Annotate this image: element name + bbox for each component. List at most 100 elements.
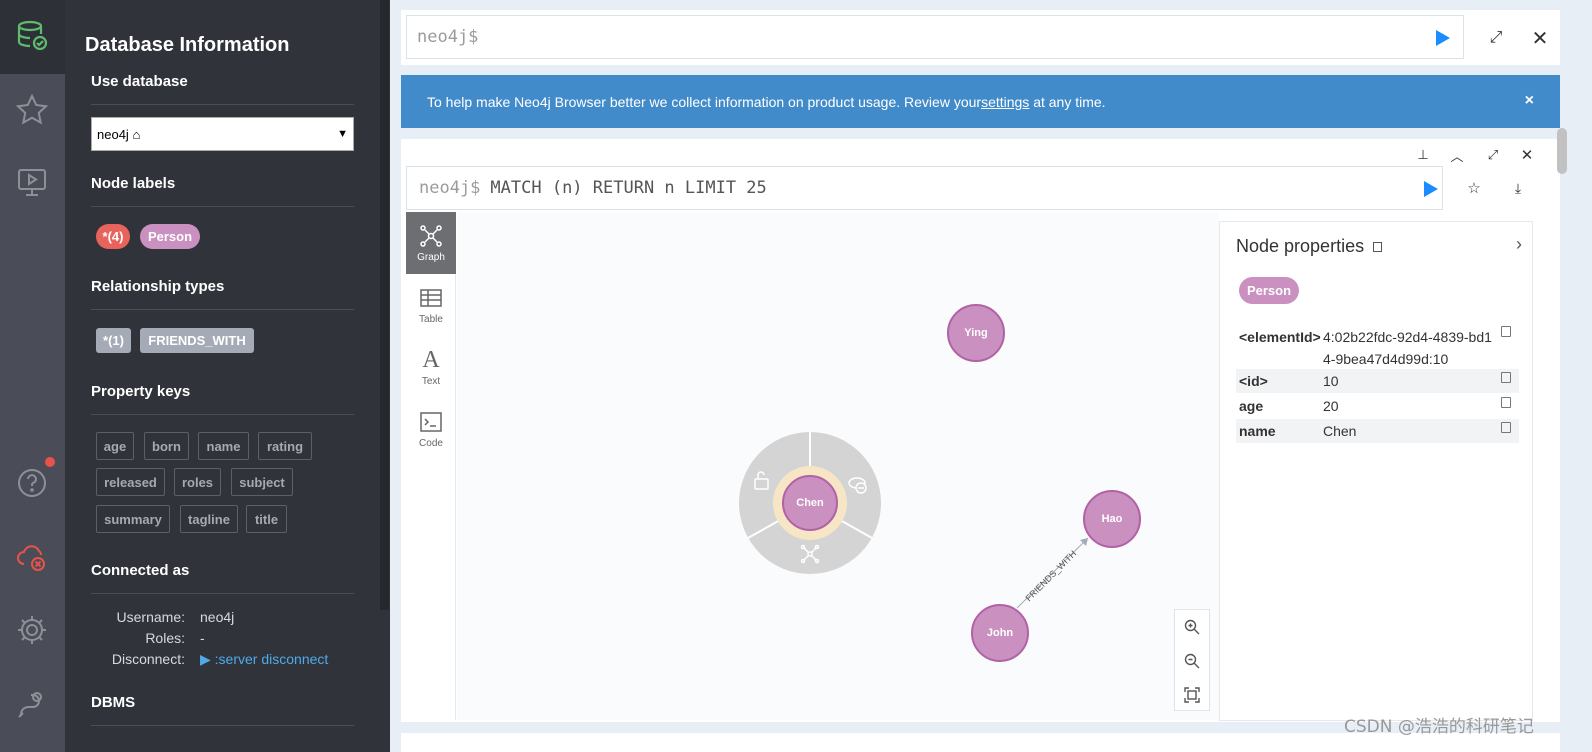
download-icon[interactable]: ⤓ xyxy=(1507,177,1529,199)
tab-text[interactable]: A Text xyxy=(406,336,456,398)
property-row: age 20 xyxy=(1236,394,1519,418)
property-key-tag[interactable]: roles xyxy=(174,468,221,496)
plug-icon[interactable] xyxy=(12,684,52,724)
copy-icon[interactable] xyxy=(1501,422,1511,433)
property-key-tag[interactable]: rating xyxy=(258,432,312,460)
graph-node-selected[interactable]: Chen xyxy=(782,475,838,531)
play-tutorial-icon[interactable] xyxy=(12,162,52,202)
property-key-tag[interactable]: name xyxy=(198,432,249,460)
property-key-tag[interactable]: released xyxy=(96,468,165,496)
rerun-query-icon[interactable] xyxy=(1421,180,1439,198)
property-key: name xyxy=(1239,423,1276,439)
collapse-icon[interactable]: ︿ xyxy=(1447,145,1467,165)
copy-icon[interactable] xyxy=(1501,326,1511,337)
frame-prompt: neo4j$ xyxy=(419,178,481,198)
graph-icon xyxy=(420,224,442,247)
node-label-badge[interactable]: Person xyxy=(1239,277,1299,304)
copy-icon[interactable] xyxy=(1501,372,1511,383)
frame-query: MATCH (n) RETURN n LIMIT 25 xyxy=(490,178,767,198)
expand-icon[interactable]: ⤢ xyxy=(1485,27,1507,49)
tab-code-label: Code xyxy=(419,437,443,449)
relationship-type-friends-with[interactable]: FRIENDS_WITH xyxy=(140,328,254,353)
node-label-all[interactable]: *(4) xyxy=(96,224,130,249)
property-key: <elementId> xyxy=(1239,329,1321,345)
frame-query-editor[interactable]: neo4j$ MATCH (n) RETURN n LIMIT 25 xyxy=(406,166,1443,210)
divider xyxy=(91,414,354,415)
property-keys-heading: Property keys xyxy=(91,383,191,400)
relationship-types-heading: Relationship types xyxy=(91,278,225,295)
node-properties-title: Node properties xyxy=(1236,236,1383,257)
property-value: 20 xyxy=(1323,398,1339,414)
usage-banner: To help make Neo4j Browser better we col… xyxy=(401,75,1560,128)
property-key-tag[interactable]: subject xyxy=(231,468,293,496)
property-key-tag[interactable]: born xyxy=(144,432,189,460)
drawer-title: Database Information xyxy=(85,34,290,56)
cypher-editor-input[interactable]: neo4j$ xyxy=(406,15,1464,59)
chevron-down-icon: ▼ xyxy=(337,128,348,140)
server-disconnect-link[interactable]: ▶ :server disconnect xyxy=(200,651,328,668)
node-properties-panel: Node properties › Person <elementId> 4:0… xyxy=(1219,221,1533,721)
property-key-tag[interactable]: title xyxy=(246,505,287,533)
property-key-tag[interactable]: summary xyxy=(96,505,170,533)
graph-svg: FRIENDS_WITH xyxy=(739,432,1089,609)
gear-icon[interactable] xyxy=(12,610,52,650)
use-database-heading: Use database xyxy=(91,73,188,90)
database-select[interactable]: neo4j ⌂ ▼ xyxy=(91,117,354,151)
main-scrollbar-thumb[interactable] xyxy=(1557,128,1567,174)
pin-icon[interactable]: ⊥ xyxy=(1413,145,1433,165)
zoom-out-icon[interactable] xyxy=(1175,644,1209,678)
copy-icon[interactable] xyxy=(1501,397,1511,408)
property-row: name Chen xyxy=(1236,419,1519,443)
property-key-tag[interactable]: tagline xyxy=(180,505,238,533)
settings-link[interactable]: settings xyxy=(981,94,1029,110)
banner-text-before: To help make Neo4j Browser better we col… xyxy=(427,93,982,110)
graph-node[interactable]: Ying xyxy=(947,304,1005,362)
close-frame-icon[interactable]: ✕ xyxy=(1517,145,1537,165)
tab-table[interactable]: Table xyxy=(406,274,456,336)
property-row: <elementId> 4:02b22fdc-92d4-4839-bd14-9b… xyxy=(1236,323,1519,368)
username-label: Username: xyxy=(116,609,185,625)
main-stream: neo4j$ ⤢ ✕ To help make Neo4j Browser be… xyxy=(390,0,1592,752)
graph-node[interactable]: Hao xyxy=(1083,490,1141,548)
tab-code[interactable]: Code xyxy=(406,398,456,460)
favorite-star-icon[interactable]: ☆ xyxy=(1463,177,1485,199)
star-icon[interactable] xyxy=(12,90,52,130)
property-row: <id> 10 xyxy=(1236,369,1519,393)
close-icon[interactable]: ✕ xyxy=(1529,27,1551,50)
connected-as-heading: Connected as xyxy=(91,562,190,579)
run-query-icon[interactable] xyxy=(1433,29,1451,47)
relationship-type-all[interactable]: *(1) xyxy=(96,328,131,353)
drawer-scrollbar[interactable] xyxy=(380,0,389,610)
node-labels-heading: Node labels xyxy=(91,175,176,192)
disconnected-cloud-icon[interactable] xyxy=(12,537,52,577)
roles-label: Roles: xyxy=(145,630,185,646)
icon-rail xyxy=(0,0,65,752)
divider xyxy=(91,725,354,726)
database-icon[interactable] xyxy=(12,16,52,56)
username-value: neo4j xyxy=(200,609,235,625)
tab-graph-label: Graph xyxy=(417,251,445,263)
collapse-panel-chevron-icon[interactable]: › xyxy=(1516,234,1522,255)
dbms-heading: DBMS xyxy=(91,694,136,711)
code-icon xyxy=(420,411,442,432)
view-switcher: Graph Table A Text Code xyxy=(406,212,456,720)
tab-graph[interactable]: Graph xyxy=(406,212,456,274)
disconnect-label: Disconnect: xyxy=(111,651,185,667)
fit-to-screen-icon[interactable] xyxy=(1175,678,1209,712)
database-info-drawer: Database Information Use database neo4j … xyxy=(65,0,390,752)
relationship-label: FRIENDS_WITH xyxy=(1023,548,1078,603)
fullscreen-icon[interactable]: ⤢ xyxy=(1483,145,1503,165)
server-disconnect-text: :server disconnect xyxy=(214,651,329,667)
banner-close-icon[interactable]: × xyxy=(1525,92,1534,110)
tab-text-label: Text xyxy=(421,376,441,387)
help-icon[interactable] xyxy=(12,463,52,503)
node-label-person[interactable]: Person xyxy=(140,224,200,249)
graph-canvas[interactable]: FRIENDS_WITH Ying Chen Hao John xyxy=(457,212,1219,720)
zoom-in-icon[interactable] xyxy=(1175,610,1209,644)
property-key: age xyxy=(1239,398,1264,414)
graph-node[interactable]: John xyxy=(971,604,1029,662)
node-properties-title-text: Node properties xyxy=(1236,236,1365,256)
copy-icon[interactable] xyxy=(1373,242,1383,252)
property-key-tag[interactable]: age xyxy=(96,432,134,460)
property-value: 4:02b22fdc-92d4-4839-bd14-9bea47d4d99d:1… xyxy=(1323,329,1492,367)
